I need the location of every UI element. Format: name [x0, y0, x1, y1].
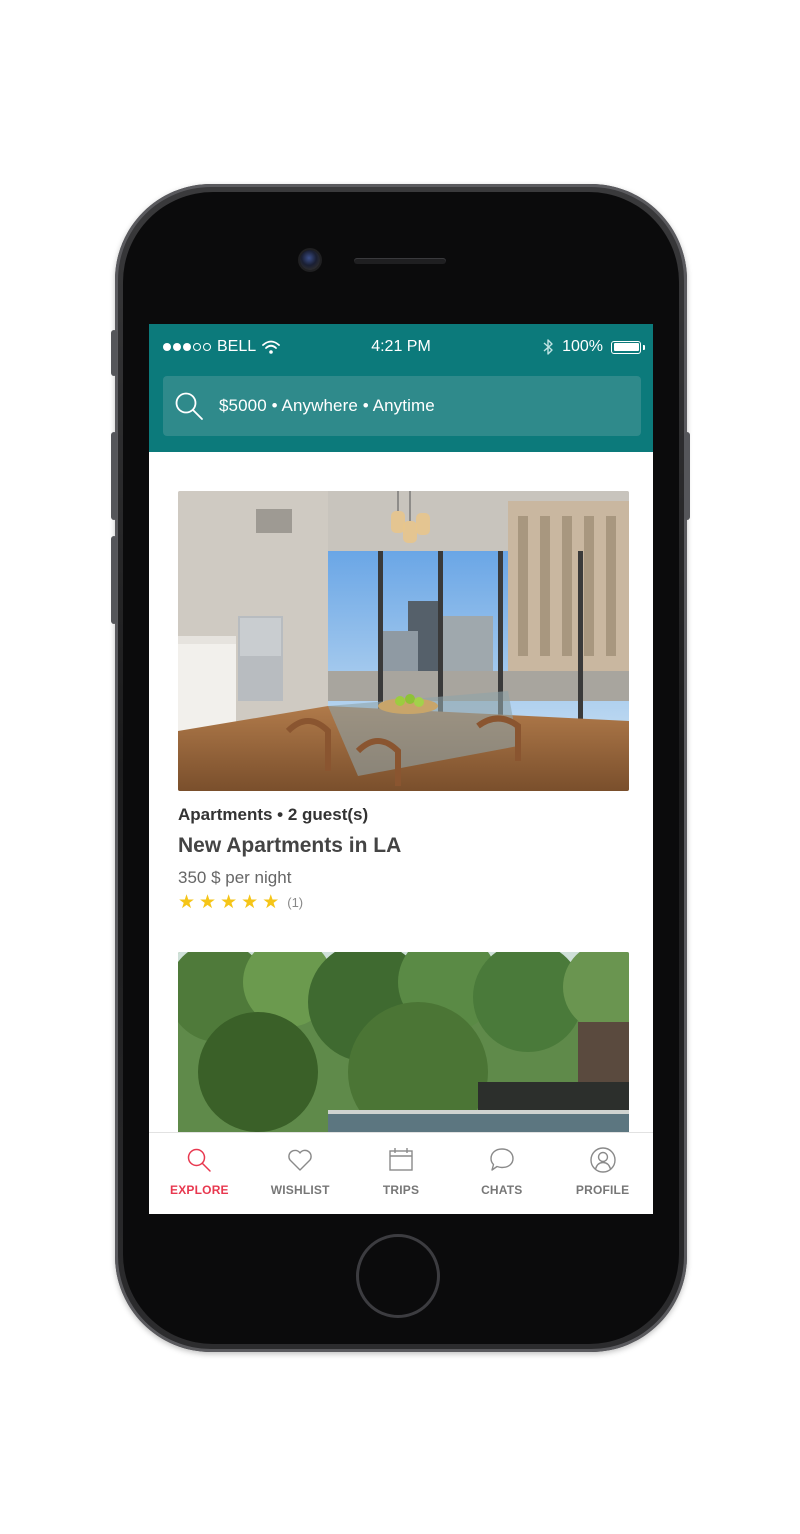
- star-icon: ★: [199, 892, 217, 913]
- listing-title[interactable]: New Apartments in LA: [178, 834, 629, 858]
- star-icon: ★: [178, 892, 196, 913]
- tab-label: EXPLORE: [170, 1183, 229, 1197]
- tab-explore[interactable]: EXPLORE: [149, 1133, 250, 1214]
- tab-wishlist[interactable]: WISHLIST: [250, 1133, 351, 1214]
- app-screen: BELL 4:21 PM 100% $5000 • Anywhere • Any…: [149, 324, 653, 1214]
- tab-trips[interactable]: TRIPS: [351, 1133, 452, 1214]
- search-bar[interactable]: $5000 • Anywhere • Anytime: [163, 376, 641, 436]
- bluetooth-icon: [543, 339, 553, 355]
- search-icon: [175, 392, 203, 420]
- chat-bubble-icon: [490, 1148, 514, 1171]
- tropical-garden-pool-photo[interactable]: [178, 952, 629, 1132]
- star-icon: ★: [262, 892, 280, 913]
- battery-percent: 100%: [562, 338, 603, 355]
- tab-label: PROFILE: [575, 1183, 630, 1197]
- tab-label: WISHLIST: [270, 1183, 330, 1197]
- volume-down-button: [111, 536, 117, 624]
- listing-price: 350 $ per night: [178, 868, 292, 887]
- listing-card[interactable]: [178, 952, 629, 1132]
- tab-profile[interactable]: PROFILE: [552, 1133, 653, 1214]
- listing-rating: ★ ★ ★ ★ ★ (1): [178, 893, 629, 912]
- battery-tip: [643, 344, 645, 350]
- status-bar: BELL 4:21 PM 100%: [149, 334, 653, 360]
- calendar-icon: [389, 1148, 413, 1171]
- search-icon: [188, 1148, 212, 1172]
- mute-switch: [111, 330, 117, 376]
- listing-card[interactable]: Apartments • 2 guest(s) New Apartments i…: [178, 491, 629, 912]
- user-circle-icon: [589, 1147, 616, 1173]
- volume-up-button: [111, 432, 117, 520]
- power-button: [684, 432, 690, 520]
- star-icon: ★: [241, 892, 259, 913]
- tab-bar: EXPLORE WISHLIST TRIPS CHATS PROFILE: [149, 1132, 653, 1214]
- apartment-interior-photo[interactable]: [178, 491, 629, 791]
- tab-chats[interactable]: CHATS: [451, 1133, 552, 1214]
- heart-icon: [288, 1149, 312, 1171]
- app-header: BELL 4:21 PM 100% $5000 • Anywhere • Any…: [149, 324, 653, 452]
- battery-icon: [611, 340, 641, 354]
- earpiece-speaker: [354, 258, 446, 264]
- listings-feed[interactable]: Apartments • 2 guest(s) New Apartments i…: [149, 452, 653, 1132]
- tab-label: CHATS: [481, 1183, 523, 1197]
- star-icon: ★: [220, 892, 238, 913]
- listing-meta: Apartments • 2 guest(s): [178, 805, 369, 824]
- search-summary: $5000 • Anywhere • Anytime: [219, 396, 435, 415]
- home-button[interactable]: [356, 1234, 440, 1318]
- tab-label: TRIPS: [382, 1183, 420, 1197]
- review-count: (1): [287, 895, 304, 910]
- front-camera: [300, 250, 320, 270]
- status-right: 100%: [542, 338, 645, 356]
